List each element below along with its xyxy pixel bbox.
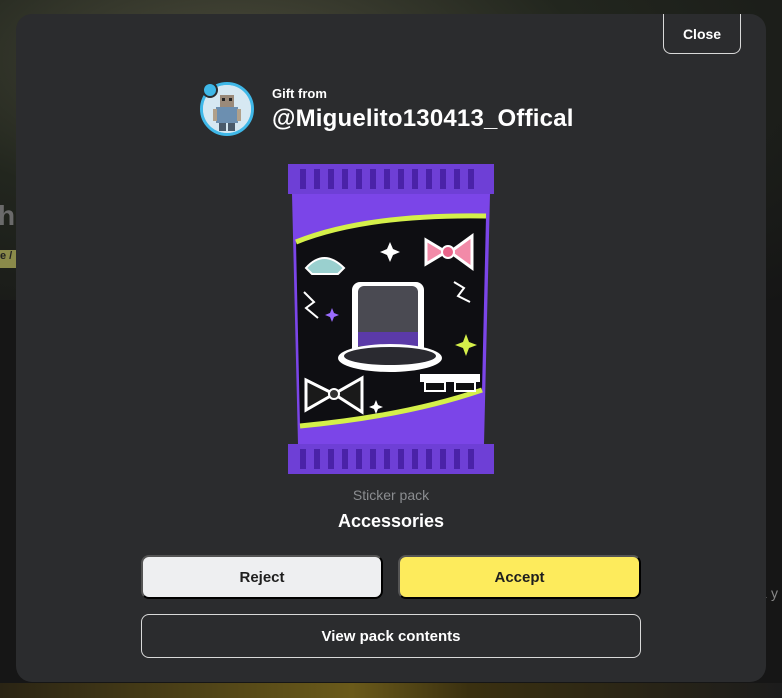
reject-button[interactable]: Reject	[141, 555, 383, 599]
gift-sender: Gift from @Miguelito130413_Offical	[200, 82, 574, 136]
accept-button[interactable]: Accept	[398, 555, 641, 599]
background-heading-fragment: h	[0, 200, 16, 231]
background-image-strip	[0, 683, 782, 698]
sender-username: @Miguelito130413_Offical	[272, 104, 574, 132]
pack-name: Accessories	[337, 511, 445, 531]
gift-modal: Close Gift from @Miguelito130413_Offical	[16, 14, 766, 682]
sticker-pack-art	[288, 164, 494, 474]
gift-from-label: Gift from	[272, 85, 327, 101]
pack-type-label: Sticker pack	[352, 487, 430, 503]
avatar-status-badge	[202, 82, 218, 98]
close-button[interactable]: Close	[663, 14, 741, 54]
view-pack-contents-button[interactable]: View pack contents	[141, 614, 641, 658]
